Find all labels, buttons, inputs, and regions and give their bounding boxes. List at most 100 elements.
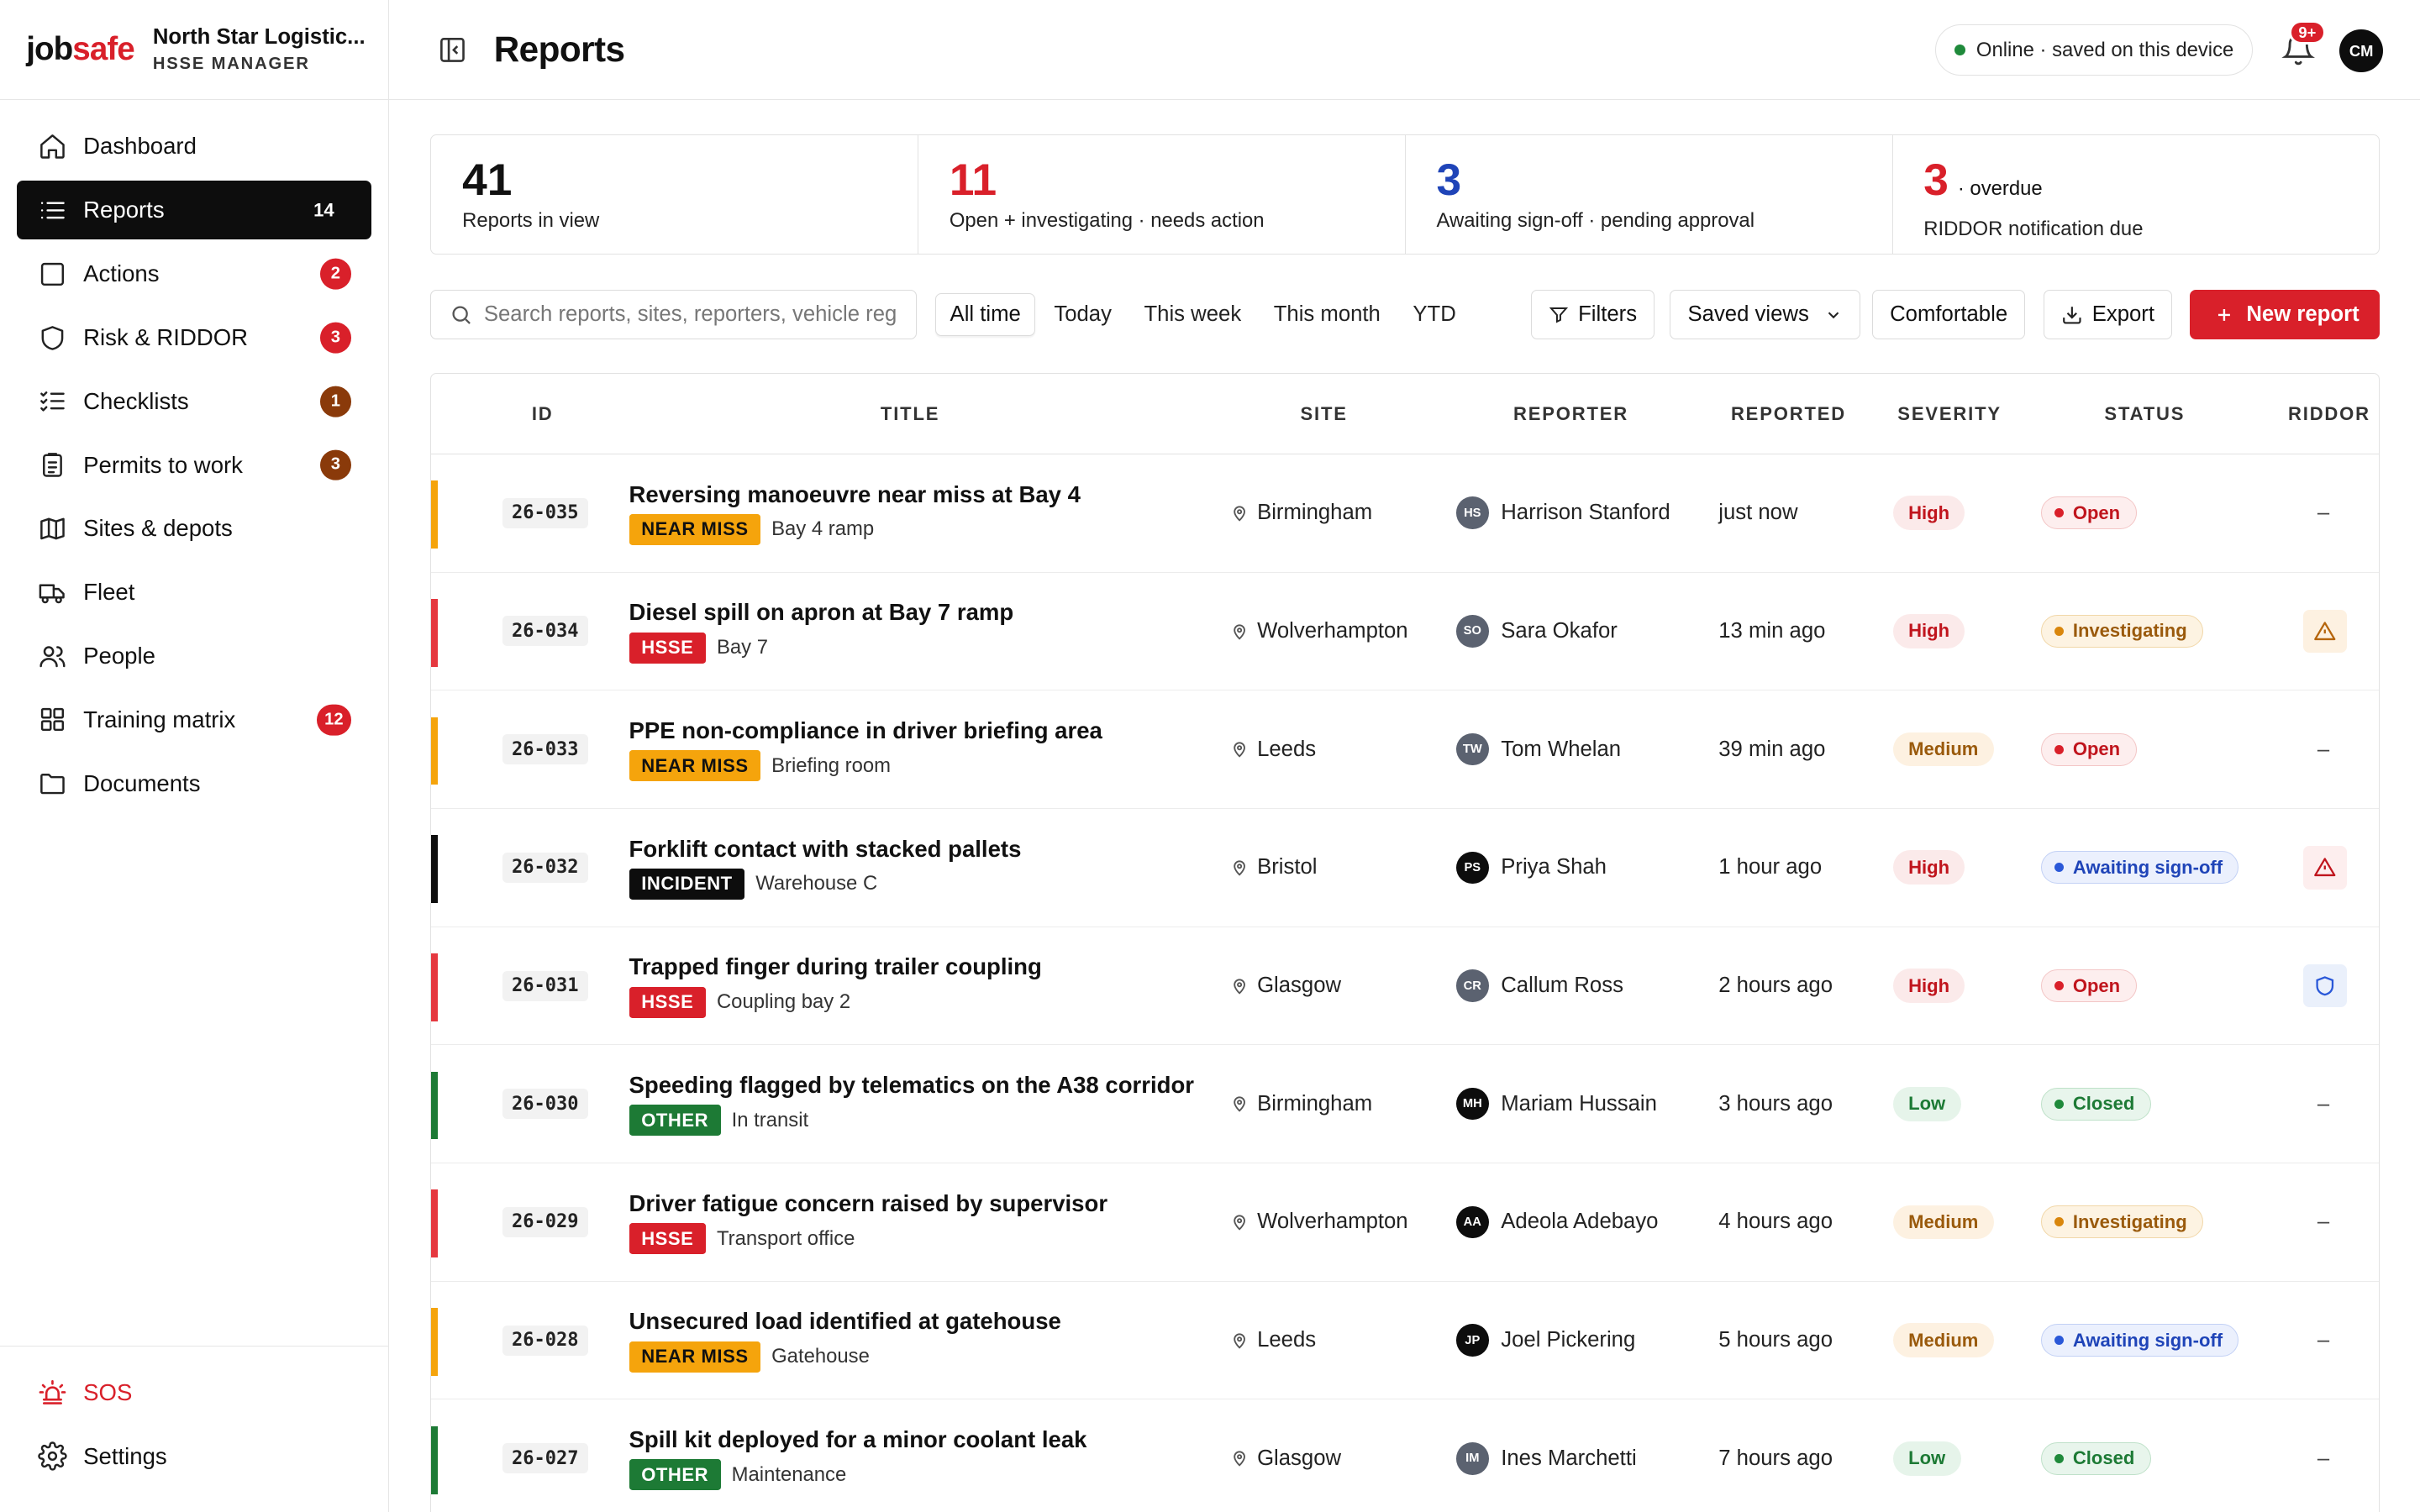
sidebar-item-checklists[interactable]: Checklists 1 — [17, 372, 371, 431]
table-body: 26-035 Reversing manoeuvre near miss at B… — [431, 454, 2380, 1512]
top-header: Reports Online · saved on this device 9+… — [388, 0, 2420, 101]
table-row[interactable]: 26-030 Speeding flagged by telematics on … — [431, 1045, 2380, 1164]
sidebar-item-sos[interactable]: SOS — [17, 1363, 371, 1422]
table-row[interactable]: 26-027 Spill kit deployed for a minor coo… — [431, 1399, 2379, 1512]
sidebar-item-training-matrix[interactable]: Training matrix 12 — [17, 690, 371, 749]
report-title[interactable]: Trapped finger during trailer coupling — [629, 953, 1042, 980]
table-row[interactable]: 26-031 Trapped finger during trailer coup… — [431, 927, 2380, 1046]
stat-card[interactable]: 3 Awaiting sign-off · pending approval — [1406, 134, 1893, 255]
export-button[interactable]: Export — [2043, 290, 2173, 340]
sidebar-item-documents[interactable]: Documents — [17, 754, 371, 813]
table-row[interactable]: 26-032 Forklift contact with stacked pall… — [431, 809, 2380, 927]
sidebar-item-dashboard[interactable]: Dashboard — [17, 118, 371, 176]
table-row[interactable]: 26-029 Driver fatigue concern raised by s… — [431, 1163, 2380, 1282]
table-row[interactable]: 26-028 Unsecured load identified at gateh… — [431, 1282, 2380, 1400]
id-cell: 26-035 — [502, 454, 588, 572]
report-title[interactable]: Diesel spill on apron at Bay 7 ramp — [629, 599, 1014, 626]
report-id[interactable]: 26-031 — [502, 970, 588, 1001]
column-header-status[interactable]: STATUS — [2104, 374, 2185, 454]
riddor-cell: – — [2317, 1045, 2329, 1163]
column-header-reported[interactable]: REPORTED — [1731, 374, 1846, 454]
column-header-id[interactable]: ID — [532, 374, 554, 454]
reported-cell: just now — [1718, 501, 1798, 525]
sync-status: Online · saved on this device — [1935, 24, 2254, 76]
report-id[interactable]: 26-028 — [502, 1325, 588, 1356]
filters-button[interactable]: Filters — [1531, 290, 1655, 340]
status-badge: Closed — [2041, 1087, 2151, 1121]
site-cell: Wolverhampton — [1231, 1163, 1408, 1281]
column-header-title[interactable]: TITLE — [881, 374, 939, 454]
sidebar-collapse-button[interactable] — [435, 33, 469, 66]
report-title[interactable]: Driver fatigue concern raised by supervi… — [629, 1190, 1108, 1217]
org-switcher[interactable]: North Star Logistic... HSSE MANAGER — [153, 25, 366, 74]
status-cell: Open — [2041, 690, 2137, 808]
reporter-avatar: JP — [1456, 1324, 1489, 1357]
logo[interactable]: jobsafe — [26, 31, 135, 68]
warning-icon[interactable] — [2303, 846, 2347, 890]
search-input[interactable] — [483, 302, 898, 328]
siren-icon — [37, 1377, 68, 1408]
sidebar-item-reports[interactable]: Reports 14 — [17, 181, 371, 240]
site-cell: Glasgow — [1231, 1399, 1341, 1512]
report-id[interactable]: 26-034 — [502, 616, 588, 647]
stat-card[interactable]: 11 Open + investigating · needs action — [918, 134, 1406, 255]
filters-label: Filters — [1578, 302, 1638, 327]
report-title[interactable]: Unsecured load identified at gatehouse — [629, 1308, 1061, 1335]
report-id[interactable]: 26-032 — [502, 852, 588, 883]
sidebar-item-sites-depots[interactable]: Sites & depots — [17, 500, 371, 559]
report-id[interactable]: 26-030 — [502, 1089, 588, 1120]
sidebar-item-people[interactable]: People — [17, 627, 371, 685]
report-id[interactable]: 26-029 — [502, 1206, 588, 1237]
user-avatar[interactable]: CM — [2339, 29, 2383, 73]
report-id[interactable]: 26-033 — [502, 734, 588, 765]
table-row[interactable]: 26-033 PPE non-compliance in driver brief… — [431, 690, 2380, 810]
id-cell: 26-029 — [502, 1163, 588, 1281]
shield-icon[interactable] — [2303, 963, 2347, 1008]
report-id[interactable]: 26-027 — [502, 1443, 588, 1474]
reported-cell: 4 hours ago — [1718, 1210, 1833, 1234]
sidebar-item-count-badge: 1 — [320, 386, 351, 417]
column-header-site[interactable]: SITE — [1300, 374, 1347, 454]
stat-value: 41 — [462, 155, 513, 206]
saved-views-dropdown[interactable]: Saved views — [1670, 290, 1861, 340]
site-cell: Leeds — [1231, 690, 1316, 808]
report-title[interactable]: PPE non-compliance in driver briefing ar… — [629, 717, 1102, 744]
stat-value-wrap: 41 — [462, 156, 886, 206]
category-badge: NEAR MISS — [629, 1341, 761, 1373]
report-title[interactable]: Reversing manoeuvre near miss at Bay 4 — [629, 481, 1081, 508]
location-text: Briefing room — [771, 753, 892, 777]
sidebar-item-actions[interactable]: Actions 2 — [17, 244, 371, 303]
reporter-name: Mariam Hussain — [1501, 1091, 1657, 1116]
report-title[interactable]: Speeding flagged by telematics on the A3… — [629, 1072, 1195, 1099]
density-toggle[interactable]: Comfortable — [1871, 290, 2026, 340]
table-row[interactable]: 26-035 Reversing manoeuvre near miss at B… — [431, 454, 2380, 573]
stat-card[interactable]: 41 Reports in view — [431, 134, 919, 255]
status-dot-icon — [2054, 980, 2064, 990]
stat-label: Open + investigating · needs action — [949, 208, 1265, 232]
warning-icon[interactable] — [2303, 609, 2347, 654]
report-id[interactable]: 26-035 — [502, 497, 588, 528]
table-row[interactable]: 26-034 Diesel spill on apron at Bay 7 ram… — [431, 573, 2380, 691]
range-tab-all-time[interactable]: All time — [935, 292, 1036, 337]
sidebar-item-risk-riddor[interactable]: Risk & RIDDOR 3 — [17, 308, 371, 367]
status-badge: Awaiting sign-off — [2041, 1324, 2239, 1357]
severity-cell: Low — [1892, 1045, 1961, 1163]
sidebar-item-permits-to-work[interactable]: Permits to work 3 — [17, 436, 371, 495]
report-title[interactable]: Forklift contact with stacked pallets — [629, 836, 1022, 863]
new-report-button[interactable]: New report — [2190, 290, 2381, 340]
riddor-empty: – — [2317, 1091, 2330, 1116]
location-text: Bay 4 ramp — [771, 517, 875, 541]
sidebar-item-fleet[interactable]: Fleet — [17, 563, 371, 622]
column-header-riddor[interactable]: RIDDOR — [2288, 374, 2370, 454]
range-tab-this-week[interactable]: This week — [1130, 293, 1255, 336]
stat-card[interactable]: 3 · overdue RIDDOR notification due — [1893, 135, 2380, 254]
sidebar-item-settings[interactable]: Settings — [17, 1427, 371, 1486]
app-root: jobsafe North Star Logistic... HSSE MANA… — [0, 0, 2420, 1512]
column-header-severity[interactable]: SEVERITY — [1897, 374, 2002, 454]
range-tab-ytd[interactable]: YTD — [1399, 293, 1470, 336]
riddor-cell: – — [2317, 454, 2329, 572]
range-tab-this-month[interactable]: This month — [1260, 293, 1394, 336]
range-tab-today[interactable]: Today — [1040, 293, 1126, 336]
column-header-reporter[interactable]: REPORTER — [1513, 374, 1628, 454]
report-title[interactable]: Spill kit deployed for a minor coolant l… — [629, 1426, 1087, 1453]
